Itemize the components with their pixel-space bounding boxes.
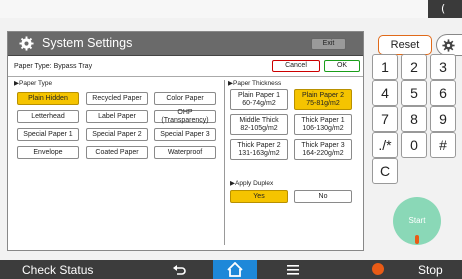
home-icon xyxy=(227,262,243,277)
check-status-button[interactable]: Check Status xyxy=(22,263,93,277)
thickness-plain-1[interactable]: Plain Paper 1 60-74g/m2 xyxy=(230,89,288,110)
key-3[interactable]: 3 xyxy=(430,54,456,80)
thickness-middle-thick-weight: 82-105g/m2 xyxy=(240,124,278,132)
key-4[interactable]: 4 xyxy=(372,80,398,106)
thickness-thick-1[interactable]: Thick Paper 1 106-130g/m2 xyxy=(294,114,352,135)
menu-icon[interactable] xyxy=(287,264,299,275)
thickness-thick-3-name: Thick Paper 3 xyxy=(301,141,345,149)
title-bar: System Settings Exit xyxy=(8,32,363,56)
ok-button[interactable]: OK xyxy=(324,60,360,72)
paper-thickness-section-label: ▶Paper Thickness xyxy=(228,80,282,87)
paper-type-coated[interactable]: Coated Paper xyxy=(86,146,148,159)
paper-type-color[interactable]: Color Paper xyxy=(154,92,216,105)
key-dot-star[interactable]: ./* xyxy=(372,132,398,158)
thickness-plain-1-name: Plain Paper 1 xyxy=(237,91,281,99)
cog-icon xyxy=(442,39,455,52)
start-button[interactable]: Start xyxy=(393,197,441,245)
program-button[interactable] xyxy=(436,34,462,56)
thickness-thick-2-weight: 131-163g/m2 xyxy=(238,149,280,157)
gear-icon xyxy=(19,36,34,51)
thickness-plain-2[interactable]: Plain Paper 2 75-81g/m2 xyxy=(294,89,352,110)
key-6[interactable]: 6 xyxy=(430,80,456,106)
key-1[interactable]: 1 xyxy=(372,54,398,80)
thickness-plain-1-weight: 60-74g/m2 xyxy=(242,99,276,107)
paper-type-special-1[interactable]: Special Paper 1 xyxy=(17,128,79,141)
thickness-thick-1-weight: 106-130g/m2 xyxy=(302,124,344,132)
system-indicator-glyph: ( xyxy=(441,2,446,15)
start-label: Start xyxy=(408,216,426,225)
paper-type-title: Paper Type: Bypass Tray xyxy=(14,63,93,70)
page-title: System Settings xyxy=(42,36,133,50)
column-divider xyxy=(224,80,225,245)
paper-type-special-3[interactable]: Special Paper 3 xyxy=(154,128,216,141)
top-status-strip: ( xyxy=(0,0,462,18)
paper-type-label[interactable]: Label Paper xyxy=(86,110,148,123)
thickness-thick-2-name: Thick Paper 2 xyxy=(237,141,281,149)
key-9[interactable]: 9 xyxy=(430,106,456,132)
key-0[interactable]: 0 xyxy=(401,132,427,158)
thickness-middle-thick-name: Middle Thick xyxy=(239,116,279,124)
stop-icon xyxy=(372,263,384,275)
start-indicator xyxy=(415,235,419,244)
reset-button[interactable]: Reset xyxy=(378,35,432,55)
stop-button[interactable]: Stop xyxy=(418,263,443,277)
system-settings-panel: System Settings Exit Paper Type: Bypass … xyxy=(7,31,364,251)
thickness-thick-3-weight: 164-220g/m2 xyxy=(302,149,344,157)
paper-type-recycled[interactable]: Recycled Paper xyxy=(86,92,148,105)
thickness-thick-3[interactable]: Thick Paper 3 164-220g/m2 xyxy=(294,139,352,160)
header-divider xyxy=(8,76,363,77)
key-7[interactable]: 7 xyxy=(372,106,398,132)
system-indicator: ( xyxy=(428,0,462,18)
key-hash[interactable]: # xyxy=(430,132,456,158)
thickness-middle-thick[interactable]: Middle Thick 82-105g/m2 xyxy=(230,114,288,135)
paper-type-letterhead[interactable]: Letterhead xyxy=(17,110,79,123)
paper-type-waterproof[interactable]: Waterproof xyxy=(154,146,216,159)
duplex-yes-button[interactable]: Yes xyxy=(230,190,288,203)
paper-type-ohp[interactable]: OHP (Transparency) xyxy=(154,109,216,124)
thickness-plain-2-name: Plain Paper 2 xyxy=(301,91,345,99)
key-2[interactable]: 2 xyxy=(401,54,427,80)
paper-type-envelope[interactable]: Envelope xyxy=(17,146,79,159)
back-icon[interactable] xyxy=(172,263,186,276)
exit-button[interactable]: Exit xyxy=(311,38,346,50)
key-clear[interactable]: C xyxy=(372,158,398,184)
thickness-plain-2-weight: 75-81g/m2 xyxy=(306,99,340,107)
apply-duplex-label: ▶Apply Duplex xyxy=(230,180,274,187)
duplex-no-button[interactable]: No xyxy=(294,190,352,203)
cancel-button[interactable]: Cancel xyxy=(272,60,320,72)
paper-type-special-2[interactable]: Special Paper 2 xyxy=(86,128,148,141)
thickness-thick-1-name: Thick Paper 1 xyxy=(301,116,345,124)
key-5[interactable]: 5 xyxy=(401,80,427,106)
paper-type-section-label: ▶Paper Type xyxy=(14,80,53,87)
thickness-thick-2[interactable]: Thick Paper 2 131-163g/m2 xyxy=(230,139,288,160)
bottom-bar: Check Status Stop xyxy=(0,260,462,279)
home-button[interactable] xyxy=(213,260,257,279)
key-8[interactable]: 8 xyxy=(401,106,427,132)
paper-type-plain-hidden[interactable]: Plain Hidden xyxy=(17,92,79,105)
